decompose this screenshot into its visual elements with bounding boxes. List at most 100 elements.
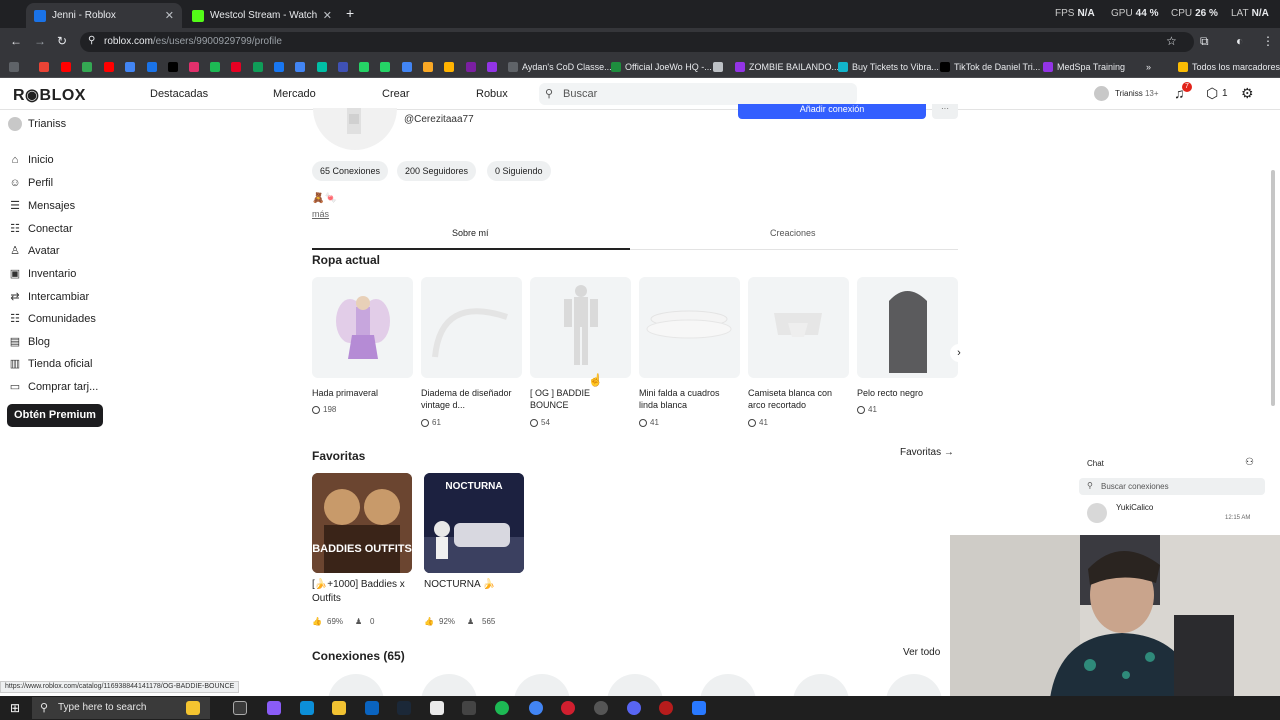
bookmark-joewo[interactable]: Official JoeWo HQ -...: [611, 61, 712, 73]
more-options-button[interactable]: ···: [932, 104, 958, 119]
nav-crear[interactable]: Crear: [382, 88, 410, 100]
app-icon[interactable]: [462, 701, 476, 715]
reload-icon[interactable]: ↻: [57, 34, 67, 48]
whatsapp-icon[interactable]: [359, 62, 369, 72]
nav-destacadas[interactable]: Destacadas: [150, 88, 208, 100]
item-card-headband[interactable]: [421, 277, 522, 378]
file-explorer-icon[interactable]: [332, 701, 346, 715]
search-input[interactable]: ⚲ Buscar: [539, 83, 857, 105]
connections-see-all[interactable]: Ver todo: [903, 647, 940, 658]
item-name[interactable]: Pelo recto negro: [857, 387, 958, 399]
tab-roblox[interactable]: Jenni - Roblox ✕: [26, 3, 182, 28]
item-card-shirt[interactable]: [748, 277, 849, 378]
item-card-body[interactable]: [530, 277, 631, 378]
taskbar-search-input[interactable]: ⚲ Type here to search: [32, 697, 210, 719]
favorites-link[interactable]: Favoritas →: [900, 447, 954, 458]
sidebar-item-giftcards[interactable]: ▭ Comprar tarj...: [8, 380, 99, 394]
outfit-next-button[interactable]: ›: [950, 344, 968, 362]
item-name[interactable]: Camiseta blanca con arco recortado: [748, 387, 849, 411]
bookmark-icon[interactable]: [210, 62, 220, 72]
bookmark-medspa[interactable]: MedSpa Training: [1043, 61, 1125, 73]
bookmark-icon[interactable]: [338, 62, 348, 72]
menu-icon[interactable]: ⋮: [1262, 34, 1274, 48]
item-name[interactable]: [ OG ] BADDIE BOUNCE: [530, 387, 631, 411]
star-icon[interactable]: ☆: [1166, 34, 1177, 48]
spotify-icon[interactable]: [495, 701, 509, 715]
sidebar-user[interactable]: Trianiss: [8, 117, 66, 131]
obs-icon[interactable]: [594, 701, 608, 715]
followers-pill[interactable]: 200 Seguidores: [397, 161, 477, 181]
nav-robux[interactable]: Robux: [476, 88, 508, 100]
sidebar-item-perfil[interactable]: ☺ Perfil: [8, 177, 53, 189]
item-name[interactable]: Diadema de diseñador vintage d...: [421, 387, 522, 411]
outlook-icon[interactable]: [365, 701, 379, 715]
bookmark-pin[interactable]: [713, 61, 727, 73]
connections-pill[interactable]: 65 Conexiones: [312, 161, 389, 181]
new-tab-button[interactable]: +: [346, 5, 354, 21]
bookmark-icon[interactable]: [402, 62, 412, 72]
sidebar-item-inicio[interactable]: ⌂ Inicio: [8, 154, 54, 166]
extensions-icon[interactable]: ⧉: [1200, 34, 1209, 49]
bookmark-icon[interactable]: [466, 62, 476, 72]
chat-search-input[interactable]: ⚲ Buscar conexiones: [1079, 478, 1265, 495]
game-thumb-baddies[interactable]: BADDIES OUTFITS: [312, 473, 412, 573]
chrome-icon[interactable]: [529, 701, 543, 715]
item-name[interactable]: Mini falda a cuadros linda blanca: [639, 387, 740, 411]
bookmark-zombie[interactable]: ZOMBIE BAILANDO...: [735, 61, 839, 73]
bookmark-tiktok[interactable]: TikTok de Daniel Tri...: [940, 61, 1040, 73]
sidebar-item-comunidades[interactable]: ☷ Comunidades: [8, 312, 96, 326]
store-icon[interactable]: [430, 701, 444, 715]
windows-start-icon[interactable]: ⊞: [10, 701, 20, 715]
edge-icon[interactable]: [300, 701, 314, 715]
premium-button[interactable]: Obtén Premium: [7, 404, 103, 427]
bookmark-icon[interactable]: [444, 62, 454, 72]
user-chip[interactable]: Trianiss 13+: [1094, 86, 1159, 101]
bookmark-icon[interactable]: [423, 62, 433, 72]
item-name[interactable]: Hada primaveral: [312, 387, 413, 399]
x-icon[interactable]: [168, 62, 178, 72]
following-pill[interactable]: 0 Siguiendo: [487, 161, 551, 181]
steam-icon[interactable]: [397, 701, 411, 715]
game-name[interactable]: [🍌+1000] Baddies x Outfits: [312, 578, 416, 606]
item-card-hair[interactable]: [857, 277, 958, 378]
apps-icon[interactable]: [9, 62, 19, 72]
roblox-logo[interactable]: R◉BLOX: [13, 85, 86, 105]
twitch-icon[interactable]: [487, 62, 497, 72]
sidebar-item-intercambiar[interactable]: ⇄ Intercambiar: [8, 290, 89, 304]
app-icon[interactable]: [659, 701, 673, 715]
instagram-icon[interactable]: [189, 62, 199, 72]
pinterest-icon[interactable]: [231, 62, 241, 72]
add-connection-button[interactable]: Añadir conexión: [738, 104, 926, 119]
tab-creaciones[interactable]: Creaciones: [770, 228, 816, 238]
discord-icon[interactable]: [627, 701, 641, 715]
bookmark-icon[interactable]: [317, 62, 327, 72]
game-name[interactable]: NOCTURNA 🍌: [424, 578, 528, 592]
bookmark-icon[interactable]: [380, 62, 390, 72]
page-scrollbar[interactable]: [1271, 170, 1275, 406]
sidebar-item-inventario[interactable]: ▣ Inventario: [8, 267, 77, 281]
bookmark-vibra[interactable]: Buy Tickets to Vibra...: [838, 61, 939, 73]
bookmark-icon[interactable]: [125, 62, 135, 72]
sidebar-item-conectar[interactable]: ☷ Conectar: [8, 222, 73, 236]
close-icon[interactable]: ✕: [165, 9, 174, 22]
more-link[interactable]: más: [312, 209, 329, 219]
site-info-icon[interactable]: ⚲: [88, 35, 95, 46]
bookmark-icon[interactable]: [295, 62, 305, 72]
app-icon[interactable]: [267, 701, 281, 715]
forward-icon[interactable]: →: [34, 34, 46, 48]
sidebar-item-avatar[interactable]: ♙ Avatar: [8, 244, 60, 258]
gmail-icon[interactable]: [39, 62, 49, 72]
sidebar-item-tienda[interactable]: ▥ Tienda oficial: [8, 357, 93, 371]
copilot-icon[interactable]: [186, 701, 200, 715]
url-field[interactable]: ⚲ roblox.com/es/users/9900929799/profile: [80, 32, 1194, 52]
item-card-fairy[interactable]: [312, 277, 413, 378]
task-view-icon[interactable]: [233, 701, 247, 715]
maps-icon[interactable]: [82, 62, 92, 72]
facebook-icon[interactable]: [274, 62, 284, 72]
profile-icon[interactable]: ◐: [1236, 34, 1243, 48]
back-icon[interactable]: ←: [10, 34, 22, 48]
sidebar-item-mensajes[interactable]: ☰ Mensajes: [8, 199, 75, 213]
bookmark-aydan[interactable]: Aydan's CoD Classe...: [508, 61, 612, 73]
youtube-icon[interactable]: [61, 62, 71, 72]
robux-icon[interactable]: ⬡: [1206, 85, 1218, 102]
